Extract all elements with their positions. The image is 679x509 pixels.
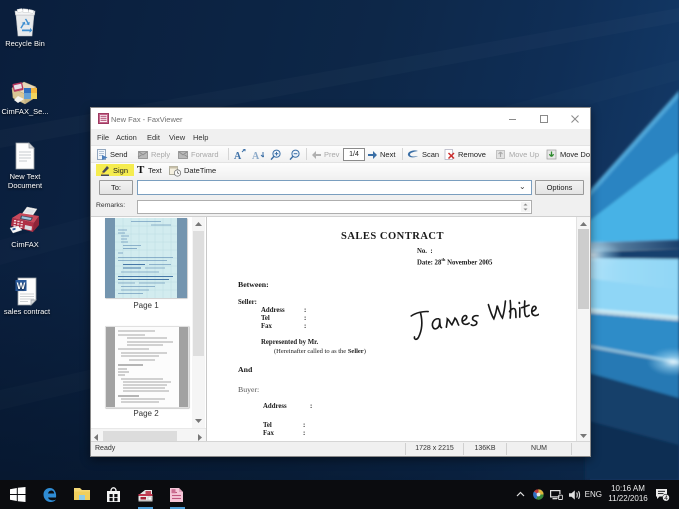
svg-text:W: W [17,281,26,291]
svg-text:4: 4 [664,495,668,502]
svg-text:A: A [234,151,242,160]
svg-text:A: A [252,151,260,160]
